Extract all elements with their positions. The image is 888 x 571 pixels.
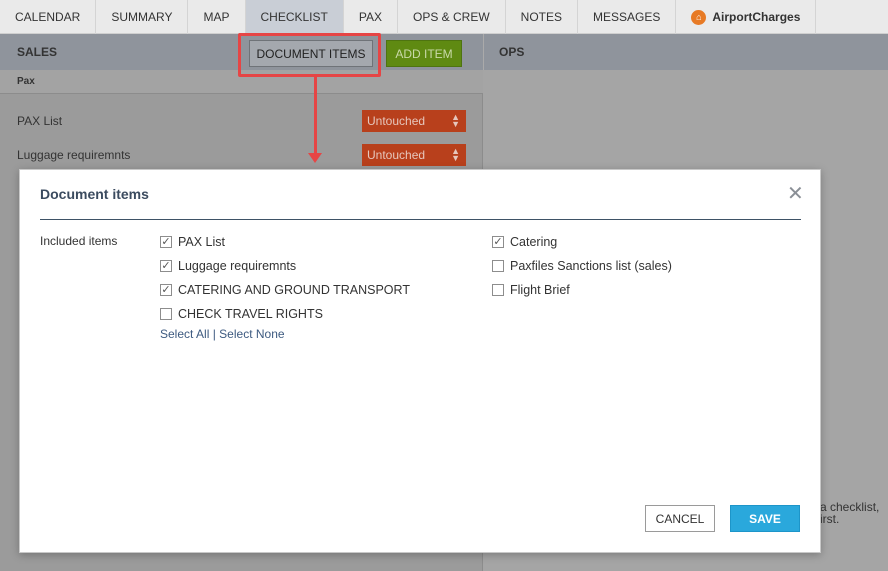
checkbox-label: Luggage requiremnts <box>178 259 297 273</box>
checkbox-unchecked-icon[interactable] <box>492 284 504 296</box>
checkbox-item[interactable]: ✓ CATERING AND GROUND TRANSPORT <box>160 278 410 302</box>
link-separator: | <box>212 327 216 341</box>
annotation-arrow-head-icon <box>308 153 322 163</box>
add-item-label: ADD ITEM <box>395 46 453 61</box>
checkbox-label: Paxfiles Sanctions list (sales) <box>510 259 672 273</box>
tab-label: OPS & CREW <box>412 10 490 24</box>
tab-notes[interactable]: NOTES <box>506 0 579 34</box>
tab-checklist[interactable]: CHECKLIST <box>245 0 344 34</box>
included-items-left-column: ✓ PAX List ✓ Luggage requiremnts ✓ CATER… <box>160 230 410 326</box>
annotation-highlight-box <box>238 33 381 77</box>
checkbox-item[interactable]: Flight Brief <box>492 278 672 302</box>
airportcharges-logo-icon: ⌂ <box>691 9 707 25</box>
save-label: SAVE <box>749 511 781 526</box>
checkbox-item[interactable]: ✓ Luggage requiremnts <box>160 254 410 278</box>
select-all-link[interactable]: Select All <box>160 327 209 341</box>
checkbox-unchecked-icon[interactable] <box>160 308 172 320</box>
checkbox-checked-icon[interactable]: ✓ <box>160 260 172 272</box>
tab-label: PAX <box>358 10 382 24</box>
ops-panel-header: OPS <box>483 34 888 70</box>
tab-label: MESSAGES <box>593 10 661 24</box>
tab-label: AirportCharges <box>712 10 801 24</box>
cancel-button[interactable]: CANCEL <box>645 505 715 532</box>
checkbox-checked-icon[interactable]: ✓ <box>160 236 172 248</box>
status-value: Untouched <box>367 114 426 128</box>
tab-pax[interactable]: PAX <box>344 0 398 34</box>
modal-title: Document items <box>40 186 149 202</box>
add-item-button[interactable]: ADD ITEM <box>386 40 462 67</box>
included-items-right-column: ✓ Catering Paxfiles Sanctions list (sale… <box>492 230 672 302</box>
cancel-label: CANCEL <box>655 511 705 526</box>
pax-section-label: Pax <box>17 76 35 87</box>
tab-calendar[interactable]: CALENDAR <box>0 0 97 34</box>
ops-hint-line-2: irst. <box>820 512 840 526</box>
checkbox-item[interactable]: CHECK TRAVEL RIGHTS <box>160 302 410 326</box>
save-button[interactable]: SAVE <box>730 505 800 532</box>
checkbox-checked-icon[interactable]: ✓ <box>160 284 172 296</box>
checkbox-label: Flight Brief <box>510 283 570 297</box>
checkbox-label: PAX List <box>178 235 226 249</box>
status-select-luggage[interactable]: Untouched ▲ ▼ <box>362 144 466 166</box>
document-items-modal: Document items ✕ Included items ✓ PAX Li… <box>19 169 821 553</box>
annotation-arrow-line <box>314 77 317 157</box>
checkbox-item[interactable]: Paxfiles Sanctions list (sales) <box>492 254 672 278</box>
status-select-pax-list[interactable]: Untouched ▲ ▼ <box>362 110 466 132</box>
tab-summary[interactable]: SUMMARY <box>96 0 189 34</box>
checkbox-item[interactable]: ✓ PAX List <box>160 230 410 254</box>
row-label-pax-list: PAX List <box>17 114 63 128</box>
select-links: Select All | Select None <box>160 327 285 341</box>
select-arrows-icon: ▲ ▼ <box>451 112 460 129</box>
tab-ops-crew[interactable]: OPS & CREW <box>398 0 506 34</box>
included-items-label: Included items <box>40 234 118 248</box>
tab-label: SUMMARY <box>111 10 173 24</box>
row-label-luggage: Luggage requiremnts <box>17 148 131 162</box>
checkbox-item[interactable]: ✓ Catering <box>492 230 672 254</box>
tab-label: CHECKLIST <box>260 10 328 24</box>
top-tab-bar: CALENDAR SUMMARY MAP CHECKLIST PAX OPS &… <box>0 0 888 34</box>
tab-airportcharges[interactable]: ⌂ AirportCharges <box>676 0 817 34</box>
tab-map[interactable]: MAP <box>188 0 246 34</box>
checkbox-label: CATERING AND GROUND TRANSPORT <box>178 283 410 297</box>
select-arrows-icon: ▲ ▼ <box>451 146 460 163</box>
checkbox-checked-icon[interactable]: ✓ <box>492 236 504 248</box>
sales-title: SALES <box>17 45 58 59</box>
checkbox-label: Catering <box>510 235 558 249</box>
select-none-link[interactable]: Select None <box>219 327 284 341</box>
tab-messages[interactable]: MESSAGES <box>578 0 677 34</box>
status-value: Untouched <box>367 148 426 162</box>
ops-title: OPS <box>499 45 525 59</box>
tab-label: MAP <box>203 10 230 24</box>
tab-label: CALENDAR <box>15 10 81 24</box>
checkbox-unchecked-icon[interactable] <box>492 260 504 272</box>
checkbox-label: CHECK TRAVEL RIGHTS <box>178 307 323 321</box>
close-icon[interactable]: ✕ <box>787 184 804 204</box>
modal-divider <box>40 219 801 220</box>
tab-label: NOTES <box>520 10 563 24</box>
